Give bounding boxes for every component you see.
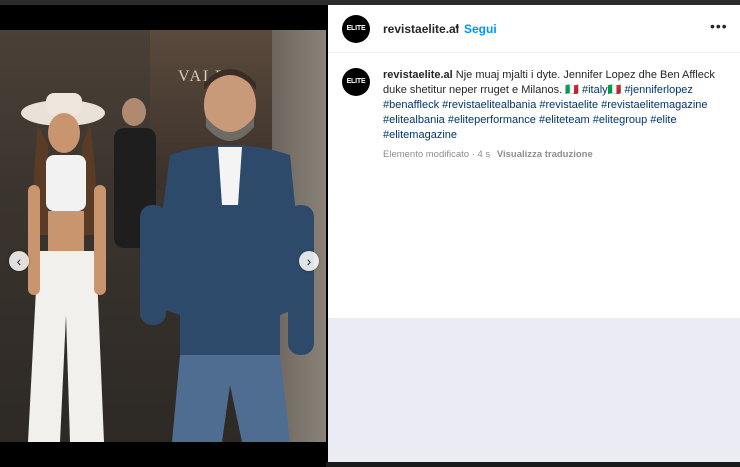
hashtag-link[interactable]: #elitegroup [593, 114, 647, 126]
hashtag-link[interactable]: #elitemagazine [383, 129, 457, 141]
hashtag-link[interactable]: #jenniferlopez [624, 84, 693, 96]
post-meta: Elemento modificato · 4 s Visualizza tra… [383, 149, 593, 160]
caption-username[interactable]: revistaelite.al [383, 69, 453, 81]
follow-button[interactable]: Segui [464, 22, 497, 36]
header-username[interactable]: revistaelite.al [383, 22, 459, 36]
comments-area [328, 318, 740, 462]
avatar[interactable]: ELITE [342, 15, 370, 43]
hashtag-link[interactable]: #revistaelite [539, 99, 598, 111]
hashtag-link[interactable]: #revistaelitemagazine [601, 99, 707, 111]
carousel-next-button[interactable]: › [299, 251, 319, 271]
hashtag-link[interactable]: #benaffleck [383, 99, 439, 111]
hashtag-link[interactable]: #italy🇮🇹 [582, 84, 621, 96]
media-bottom-strip [0, 453, 326, 467]
post-details-pane: ELITE revistaelite.al • Segui ••• ELITE … [328, 5, 740, 318]
hashtag-link[interactable]: #eliteperformance [448, 114, 536, 126]
hashtag-link[interactable]: #elitealbania [383, 114, 445, 126]
see-translation-link[interactable]: Visualizza traduzione [497, 149, 593, 160]
post-header: ELITE revistaelite.al • Segui ••• [328, 5, 740, 53]
carousel-prev-button[interactable]: ‹ [9, 251, 29, 271]
hashtag-link[interactable]: #eliteteam [539, 114, 590, 126]
more-options-icon[interactable]: ••• [710, 18, 728, 34]
hashtag-link[interactable]: #elite [650, 114, 676, 126]
media-pane: VALE ‹ › [0, 5, 328, 467]
caption-text: revistaelite.al Nje muaj mjalti i dyte. … [383, 68, 728, 143]
man-figure [140, 69, 314, 442]
hashtag-link[interactable]: #revistaelitealbania [442, 99, 536, 111]
caption-avatar[interactable]: ELITE [342, 68, 370, 96]
edited-label: Elemento modificato · 4 s [383, 149, 491, 160]
post-photo[interactable]: VALE ‹ › [0, 30, 326, 442]
italy-flag-icon: 🇮🇹 [565, 84, 579, 96]
header-separator: • [455, 20, 460, 34]
